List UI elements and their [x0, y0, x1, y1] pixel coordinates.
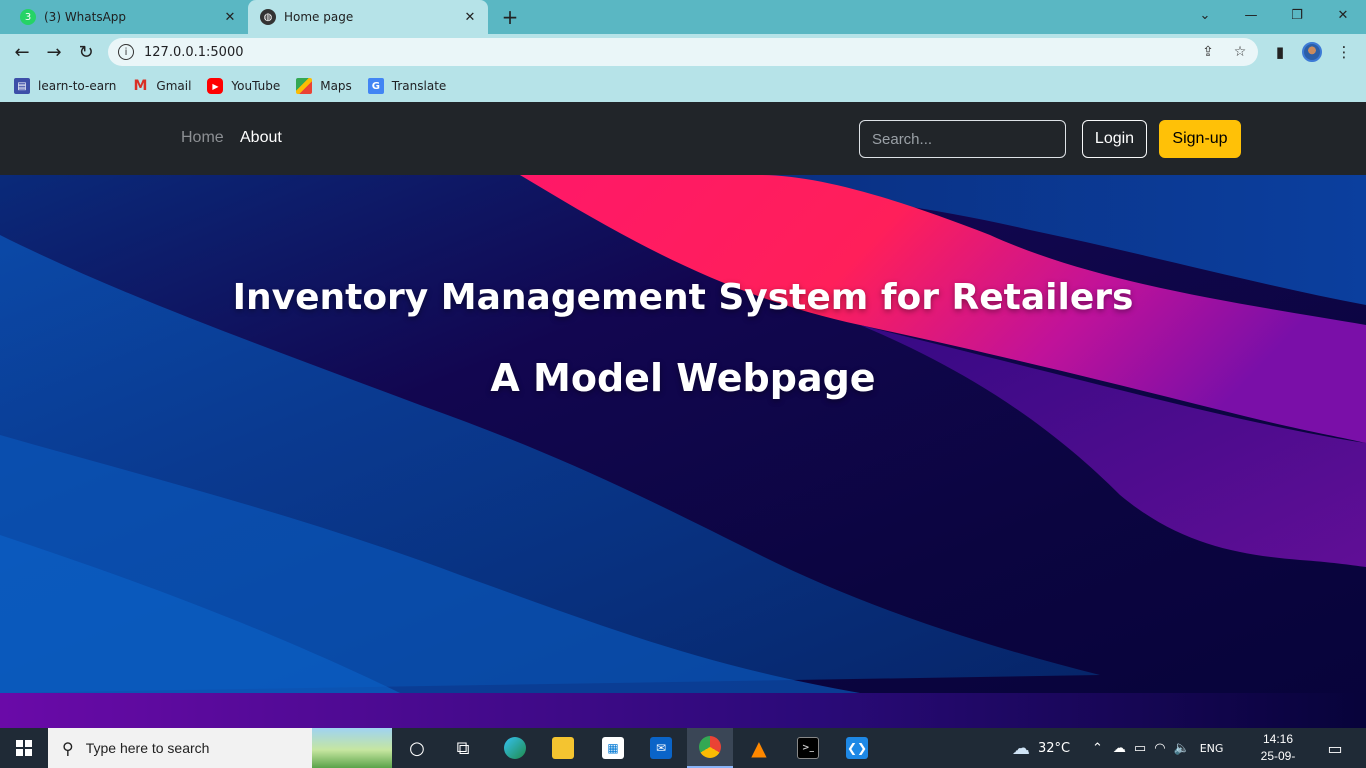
browser-tab-strip: 3 (3) WhatsApp ✕ ◍ Home page ✕ + ⌄ — ❐ ✕: [0, 0, 1366, 34]
file-explorer-icon[interactable]: [540, 728, 586, 768]
login-button[interactable]: Login: [1082, 120, 1147, 158]
forward-icon[interactable]: →: [40, 38, 68, 66]
youtube-icon: ▶: [207, 78, 224, 94]
url-text[interactable]: 127.0.0.1:5000: [144, 45, 244, 60]
tab-home-page[interactable]: ◍ Home page ✕: [248, 0, 488, 34]
weather-widget[interactable]: ☁ 32°C: [1012, 728, 1070, 768]
window-close-icon[interactable]: ✕: [1320, 0, 1366, 30]
search-highlight-image: [312, 728, 392, 768]
chevron-up-icon[interactable]: ⌃: [1092, 741, 1103, 756]
bookmarks-bar: ▤ learn-to-earn M Gmail ▶ YouTube Maps G…: [0, 70, 1366, 102]
cortana-icon[interactable]: ○: [394, 728, 440, 768]
hero-subtitle: A Model Webpage: [490, 356, 876, 400]
avatar: [1302, 42, 1322, 62]
new-tab-button[interactable]: +: [498, 6, 522, 28]
bookmark-translate[interactable]: G Translate: [367, 78, 447, 94]
close-icon[interactable]: ✕: [220, 7, 240, 27]
windows-taskbar: ⚲ Type here to search ○ ⧉ ▦ ✉ ▲ >_ ❮❯ ☁ …: [0, 728, 1366, 768]
learn-to-earn-icon: ▤: [14, 78, 30, 94]
tab-whatsapp[interactable]: 3 (3) WhatsApp ✕: [8, 0, 248, 34]
terminal-icon[interactable]: >_: [785, 728, 831, 768]
share-icon[interactable]: ⇪: [1194, 38, 1222, 66]
info-icon[interactable]: i: [118, 44, 134, 60]
clock-date: 25-09-2022: [1260, 749, 1296, 768]
mail-icon[interactable]: ✉: [638, 728, 684, 768]
windows-logo-icon: [16, 740, 32, 756]
taskbar-clock[interactable]: 14:16 25-09-2022: [1248, 731, 1308, 768]
bookmark-gmail[interactable]: M Gmail: [132, 78, 191, 94]
language-indicator[interactable]: ENG: [1200, 742, 1224, 755]
store-icon[interactable]: ▦: [590, 728, 636, 768]
close-icon[interactable]: ✕: [460, 7, 480, 27]
bookmark-star-icon[interactable]: ☆: [1226, 38, 1254, 66]
cloud-icon: ☁: [1012, 737, 1030, 759]
globe-icon: ◍: [260, 9, 276, 25]
notification-icon[interactable]: ▭: [1312, 728, 1358, 768]
maps-icon: [296, 78, 313, 94]
restore-icon[interactable]: ❐: [1274, 0, 1320, 30]
nav-link-about[interactable]: About: [240, 129, 282, 147]
search-icon: ⚲: [62, 738, 74, 758]
weather-temp: 32°C: [1038, 740, 1071, 756]
gmail-icon: M: [133, 78, 148, 94]
menu-kebab-icon[interactable]: ⋮: [1330, 38, 1358, 66]
vlc-icon[interactable]: ▲: [736, 728, 782, 768]
bookmark-label: Translate: [391, 79, 447, 93]
bookmark-label: Maps: [320, 79, 352, 93]
tab-title: Home page: [284, 10, 354, 24]
minimize-icon[interactable]: —: [1228, 0, 1274, 30]
edge-icon[interactable]: [492, 728, 538, 768]
start-button[interactable]: [0, 728, 48, 768]
tab-title: (3) WhatsApp: [44, 10, 127, 24]
bookmark-label: YouTube: [231, 79, 281, 93]
back-icon[interactable]: ←: [8, 38, 36, 66]
bookmark-label: Gmail: [156, 79, 192, 93]
reload-icon[interactable]: ↻: [72, 38, 100, 66]
hero-title: Inventory Management System for Retailer…: [232, 277, 1134, 318]
signup-button[interactable]: Sign-up: [1159, 120, 1241, 158]
tray-icons: ⌃ ☁ ▭ ◠ 🔈 ENG: [1092, 728, 1223, 768]
profile-avatar[interactable]: [1298, 38, 1326, 66]
task-view-icon[interactable]: ⧉: [440, 728, 486, 768]
site-navbar: Home About Login Sign-up: [0, 102, 1366, 175]
nav-link-home[interactable]: Home: [181, 129, 224, 147]
clock-time: 14:16: [1262, 732, 1294, 746]
translate-icon: G: [367, 78, 384, 94]
wifi-icon[interactable]: ◠: [1154, 741, 1165, 756]
bookmark-youtube[interactable]: ▶ YouTube: [207, 78, 280, 94]
onedrive-icon[interactable]: ☁: [1113, 741, 1126, 756]
side-panel-icon[interactable]: ▮: [1266, 38, 1294, 66]
hero-background-art: [0, 175, 1366, 728]
whatsapp-icon: 3: [20, 9, 36, 25]
bookmark-label: learn-to-earn: [38, 79, 117, 93]
tab-search-chevron-icon[interactable]: ⌄: [1182, 0, 1228, 30]
taskbar-search-box[interactable]: ⚲ Type here to search: [48, 728, 392, 768]
taskbar-search-placeholder: Type here to search: [85, 740, 210, 756]
vscode-icon[interactable]: ❮❯: [834, 728, 880, 768]
chrome-icon[interactable]: [687, 728, 733, 768]
search-input[interactable]: [859, 120, 1066, 158]
bookmark-maps[interactable]: Maps: [296, 78, 352, 94]
address-bar[interactable]: i 127.0.0.1:5000 ⇪ ☆: [108, 38, 1258, 66]
browser-toolbar: ← → ↻ i 127.0.0.1:5000 ⇪ ☆ ▮ ⋮: [0, 34, 1366, 70]
battery-icon[interactable]: ▭: [1134, 741, 1146, 756]
volume-icon[interactable]: 🔈: [1174, 741, 1190, 756]
hero-banner: Inventory Management System for Retailer…: [0, 175, 1366, 728]
bookmark-learn-to-earn[interactable]: ▤ learn-to-earn: [14, 78, 116, 94]
